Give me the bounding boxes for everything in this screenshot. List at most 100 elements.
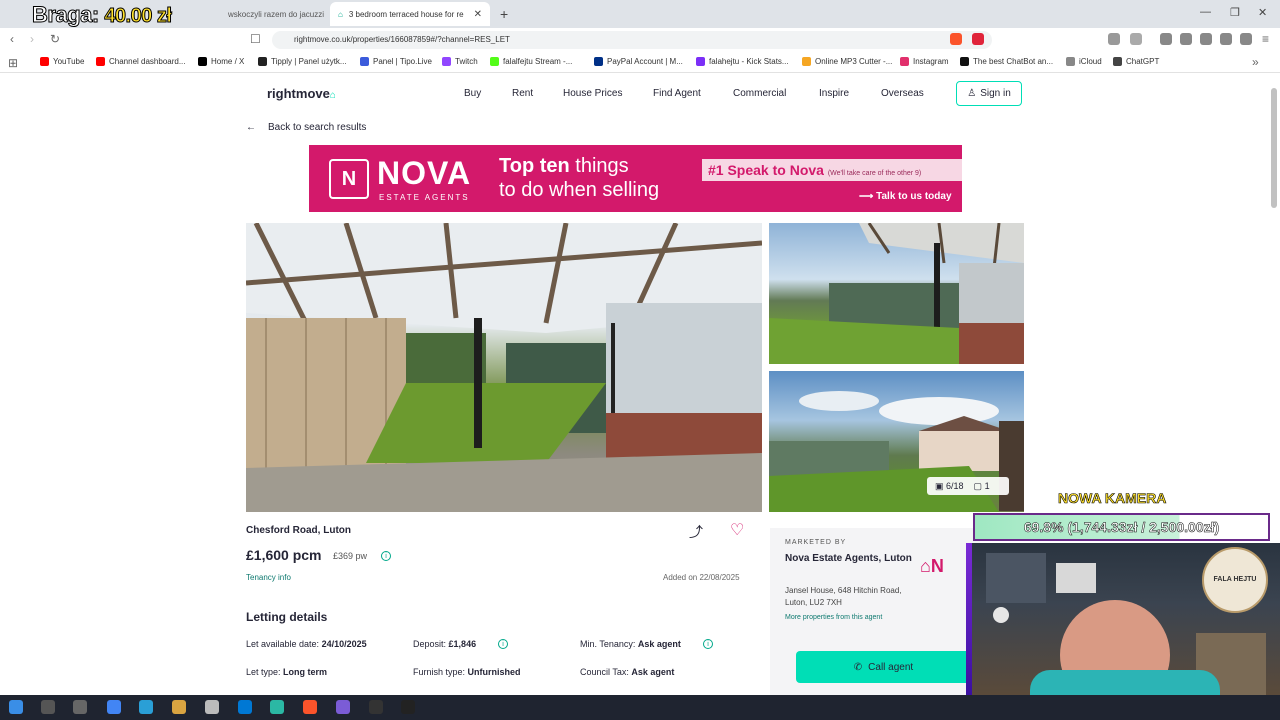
windows-start-icon[interactable]: [9, 700, 23, 714]
webcam-border: [966, 543, 972, 695]
minimize-icon[interactable]: —: [1200, 6, 1211, 18]
goal-title: NOWA KAMERA: [1058, 490, 1167, 507]
photo-counter-text: 6/18: [946, 480, 964, 491]
call-agent-label: Call agent: [868, 661, 914, 673]
app-icon[interactable]: [270, 700, 284, 714]
leo-icon[interactable]: [1220, 33, 1232, 45]
outlook-icon[interactable]: [238, 700, 252, 714]
heart-icon[interactable]: ♡: [730, 520, 744, 540]
tenancy-info-link[interactable]: Tenancy info: [246, 573, 291, 582]
bookmark-twitch[interactable]: Twitch: [442, 57, 478, 66]
nav-commercial[interactable]: Commercial: [733, 88, 786, 99]
logo-text: rightmove: [267, 86, 330, 101]
file-explorer-icon[interactable]: [172, 700, 186, 714]
main-property-photo[interactable]: [246, 223, 762, 512]
camera-icon: ▣ 6/18: [935, 480, 964, 491]
ad-cta[interactable]: ⟶ Talk to us today: [859, 191, 952, 202]
close-window-icon[interactable]: ✕: [1258, 6, 1267, 19]
sidebar-icon[interactable]: [1180, 33, 1192, 45]
nav-rent[interactable]: Rent: [512, 88, 533, 99]
task-view-icon[interactable]: [73, 700, 87, 714]
search-icon[interactable]: [41, 700, 55, 714]
bookmark-tipply[interactable]: Tipply | Panel użytk...: [258, 57, 347, 66]
app-icon[interactable]: [336, 700, 350, 714]
bookmark-chatgpt[interactable]: ChatGPT: [1113, 57, 1159, 66]
bookmark-tipo[interactable]: Panel | Tipo.Live: [360, 57, 432, 66]
page-scrollbar[interactable]: [1271, 88, 1277, 208]
tab-rightmove[interactable]: ⌂ 3 bedroom terraced house for re ✕: [330, 2, 490, 26]
info-icon[interactable]: i: [703, 639, 713, 649]
bookmark-kick-stats[interactable]: falahejtu - Kick Stats...: [696, 57, 789, 66]
bookmark-paypal[interactable]: PayPal Account | M...: [594, 57, 683, 66]
garden-photo-1[interactable]: [769, 223, 1024, 364]
property-address: Chesford Road, Luton: [246, 525, 351, 536]
close-tab-icon[interactable]: ✕: [474, 9, 482, 20]
bookmark-channel-dashboard[interactable]: Channel dashboard...: [96, 57, 186, 66]
detail-value: £1,846: [448, 639, 477, 649]
agent-name[interactable]: Nova Estate Agents, Luton: [785, 553, 915, 565]
ad-speak: #1 Speak to Nova: [708, 162, 824, 178]
photo-counter[interactable]: ▣ 6/18 ▢ 1: [927, 477, 1009, 495]
bookmark-icon[interactable]: ☐: [250, 32, 261, 46]
edge-icon[interactable]: [139, 700, 153, 714]
info-icon[interactable]: i: [498, 639, 508, 649]
nav-overseas[interactable]: Overseas: [881, 88, 924, 99]
donation-amount: 40.00 zł: [104, 5, 173, 28]
back-icon[interactable]: ‹: [10, 32, 14, 46]
sign-in-button[interactable]: ♙ Sign in: [956, 81, 1022, 106]
reload-icon[interactable]: ↻: [50, 32, 60, 46]
address-bar-row: ‹ › ↻ ☐ rightmove.co.uk/properties/16608…: [0, 28, 1280, 52]
bookmark-chatbot[interactable]: The best ChatBot an...: [960, 57, 1053, 66]
menu-icon[interactable]: ≡: [1262, 32, 1269, 46]
capcut-icon[interactable]: [401, 700, 415, 714]
maximize-icon[interactable]: ❐: [1230, 6, 1240, 19]
vpn-icon[interactable]: [1240, 33, 1252, 45]
nav-inspire[interactable]: Inspire: [819, 88, 849, 99]
ad-headline: Top ten things: [499, 155, 629, 178]
bookmark-youtube[interactable]: YouTube: [40, 57, 84, 66]
chrome-icon[interactable]: [107, 700, 121, 714]
info-icon[interactable]: i: [381, 551, 391, 561]
share-icon[interactable]: ⤴: [689, 522, 703, 542]
tipo-icon: [360, 57, 369, 66]
chatgpt-icon: [1113, 57, 1122, 66]
call-agent-button[interactable]: ✆ Call agent: [796, 651, 971, 683]
agent-address: Jansel House, 648 Hitchin Road, Luton, L…: [785, 586, 902, 607]
agent-more-properties-link[interactable]: More properties from this agent: [785, 614, 882, 621]
bookmark-label: iCloud: [1079, 57, 1102, 66]
wallet-icon[interactable]: [1200, 33, 1212, 45]
url-field[interactable]: rightmove.co.uk/properties/166087859#/?c…: [272, 31, 992, 49]
bookmark-kick-stream[interactable]: falalfejtu Stream -...: [490, 57, 572, 66]
store-icon[interactable]: [205, 700, 219, 714]
brave-shield-icon[interactable]: [950, 33, 962, 45]
back-label: Back to search results: [268, 122, 367, 133]
ad-headline-rest: things: [569, 155, 629, 177]
nav-find-agent[interactable]: Find Agent: [653, 88, 701, 99]
bookmark-x[interactable]: Home / X: [198, 57, 244, 66]
bookmark-instagram[interactable]: Instagram: [900, 57, 949, 66]
rightmove-logo[interactable]: rightmove⌂: [267, 86, 336, 101]
more-bookmarks-icon[interactable]: »: [1252, 55, 1259, 69]
donation-label: Braga:: [32, 2, 100, 28]
extension-icon[interactable]: [1130, 33, 1142, 45]
new-tab-icon[interactable]: +: [500, 6, 508, 22]
obs-icon[interactable]: [369, 700, 383, 714]
user-icon: ♙: [967, 88, 977, 99]
brave-rewards-icon[interactable]: [972, 33, 984, 45]
bookmark-mp3-cutter[interactable]: Online MP3 Cutter -...: [802, 57, 892, 66]
bookmark-label: falahejtu - Kick Stats...: [709, 57, 789, 66]
forward-icon[interactable]: ›: [30, 32, 34, 46]
bookmark-icloud[interactable]: iCloud: [1066, 57, 1102, 66]
apps-grid-icon[interactable]: ⊞: [8, 56, 18, 70]
back-to-results-link[interactable]: ← Back to search results: [246, 122, 366, 133]
brave-icon[interactable]: [303, 700, 317, 714]
browser-tab-bar: wskoczyli razem do jacuzzi ⌂ 3 bedroom t…: [0, 0, 1280, 28]
nav-buy[interactable]: Buy: [464, 88, 481, 99]
instagram-icon: [900, 57, 909, 66]
nav-house-prices[interactable]: House Prices: [563, 88, 622, 99]
goal-progress-bar: 69.8% (1,744.33zł / 2,500.00zł): [973, 513, 1270, 541]
nova-ad-banner[interactable]: N NOVA ESTATE AGENTS Top ten things to d…: [309, 145, 962, 212]
sign-in-label: Sign in: [980, 88, 1011, 99]
extension-icon[interactable]: [1108, 33, 1120, 45]
media-icon[interactable]: [1160, 33, 1172, 45]
